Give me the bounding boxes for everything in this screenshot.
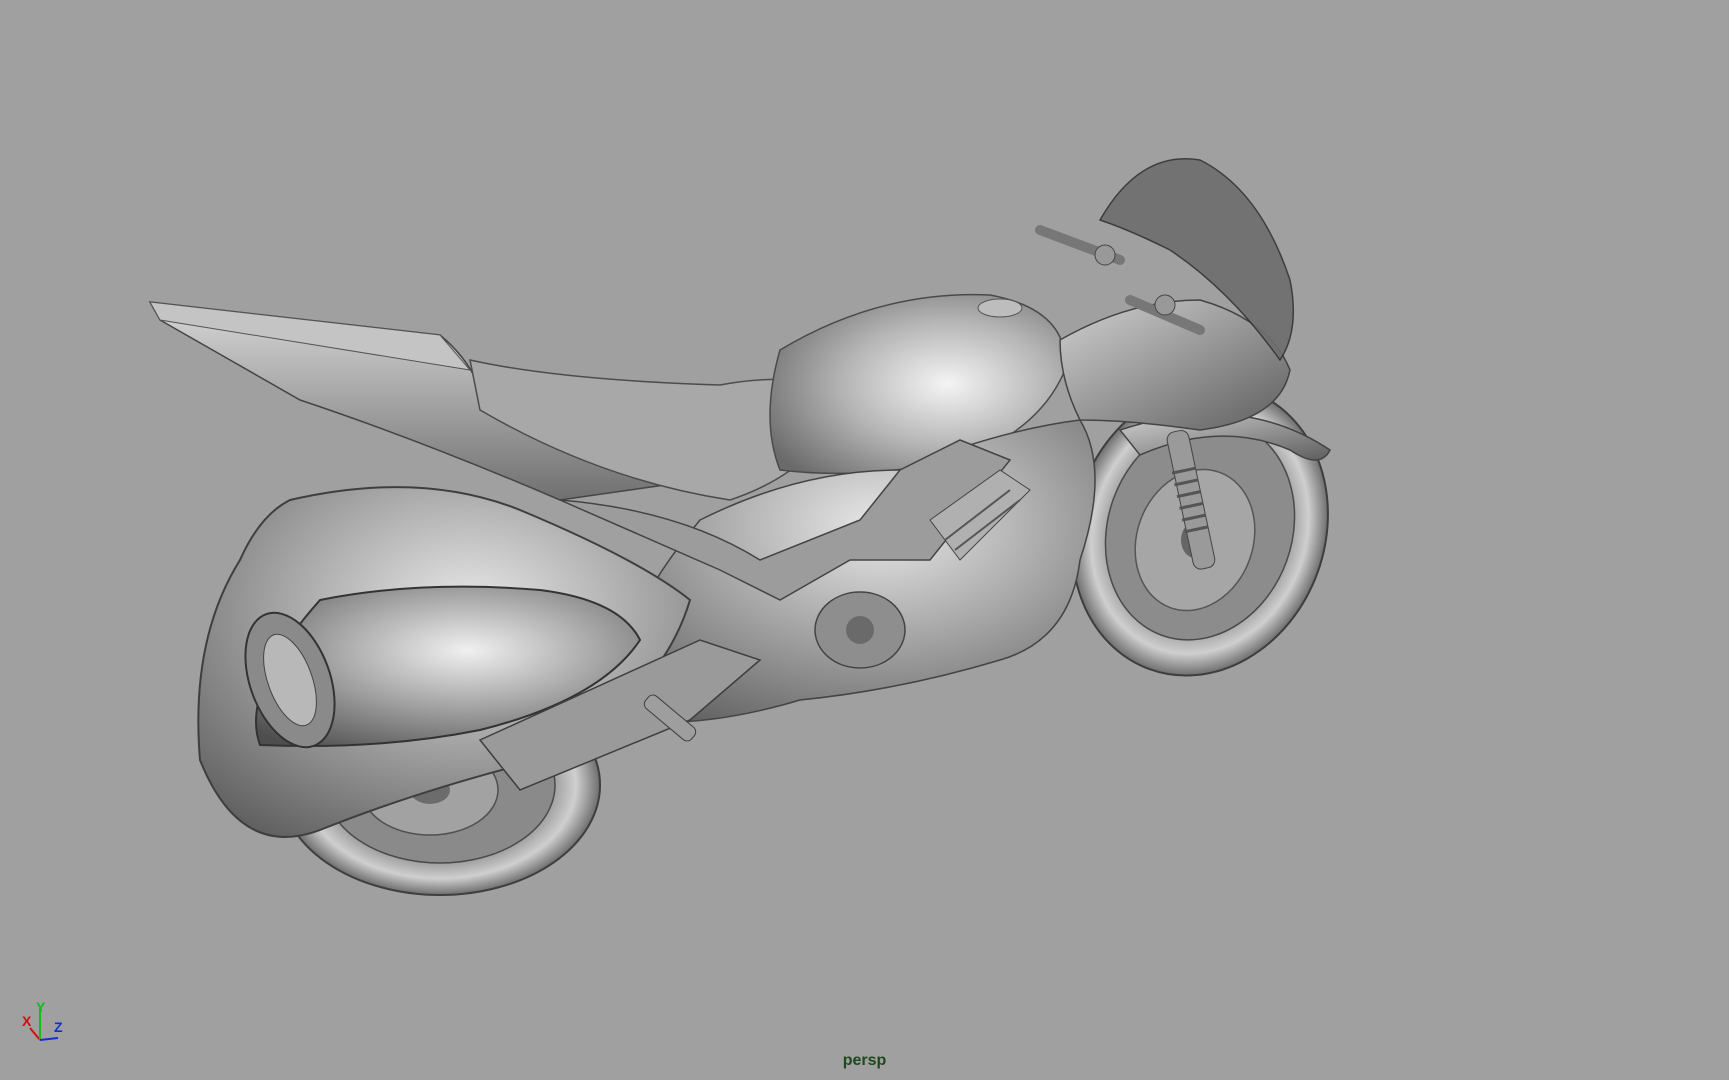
axis-z-label: Z (54, 1019, 63, 1035)
axis-x-label: X (22, 1013, 32, 1029)
perspective-viewport[interactable]: X Y Z persp (0, 0, 1729, 1080)
fuel-cap (977, 298, 1023, 318)
axis-y-label: Y (36, 999, 46, 1015)
axis-gizmo: X Y Z (18, 1000, 78, 1050)
motorcycle-model[interactable] (0, 0, 1729, 1080)
camera-name-label: persp (842, 1052, 887, 1069)
